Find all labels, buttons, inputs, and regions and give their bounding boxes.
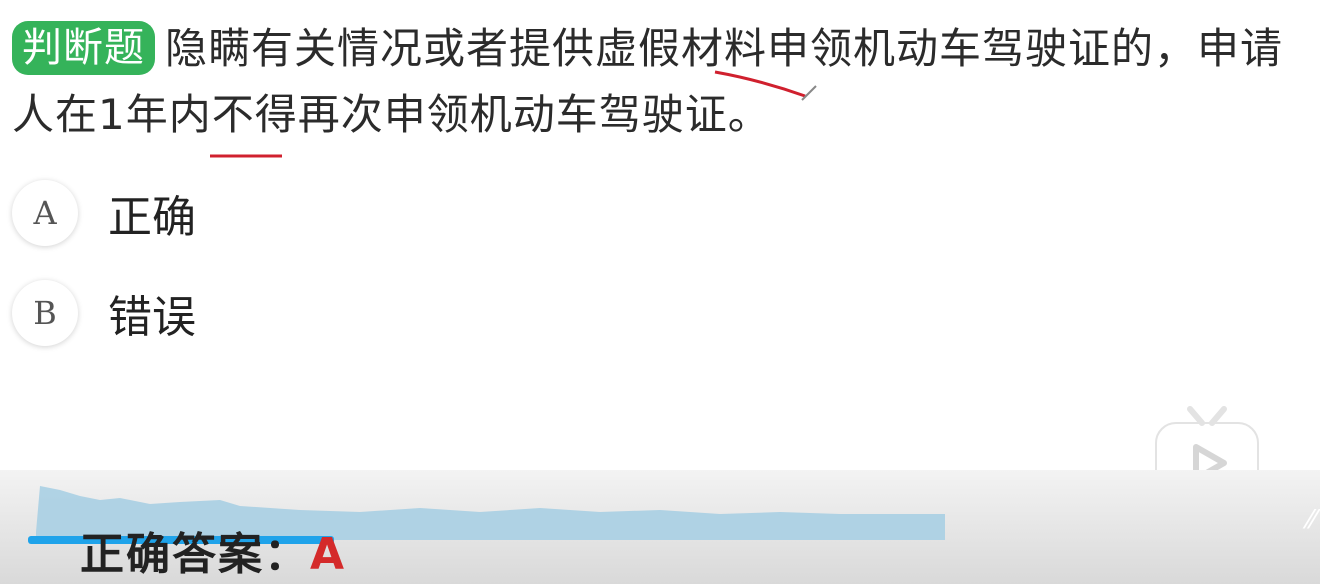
correct-answer: 正确答案：A: [80, 518, 346, 582]
correct-answer-value: A: [310, 529, 347, 580]
option-b-letter: B: [12, 280, 78, 346]
option-a[interactable]: A 正确: [12, 180, 196, 246]
option-a-text: 正确: [108, 192, 196, 243]
question-type-tag: 判断题: [12, 21, 155, 75]
option-b-text: 错误: [108, 292, 196, 343]
question-text-block: 判断题 隐瞒有关情况或者提供虚假材料申领机动车驾驶证的，申请人在1年内不得再次申领…: [12, 16, 1308, 148]
more-icon: ⁄⁄: [1307, 505, 1316, 535]
option-b[interactable]: B 错误: [12, 280, 196, 346]
option-a-letter: A: [12, 180, 78, 246]
correct-answer-label: 正确答案：: [80, 529, 310, 580]
question-text: 隐瞒有关情况或者提供虚假材料申领机动车驾驶证的，申请人在1年内不得再次申领机动车…: [12, 24, 1284, 139]
